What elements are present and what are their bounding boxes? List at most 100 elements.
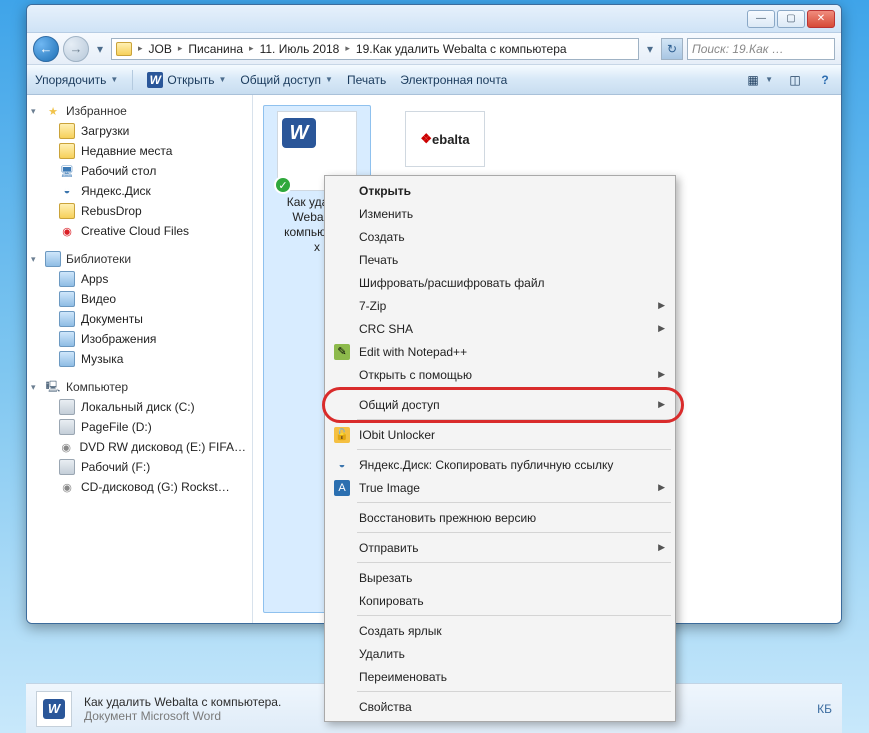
nav-yandex[interactable]: ◒Яндекс.Диск — [27, 181, 252, 201]
submenu-arrow-icon: ▶ — [658, 323, 665, 334]
ctx-create[interactable]: Создать — [327, 225, 673, 248]
nav-apps[interactable]: Apps — [27, 269, 252, 289]
view-button[interactable]: ▦▼ — [745, 72, 773, 88]
drive-icon — [59, 399, 75, 415]
details-thumbnail: W — [36, 691, 72, 727]
ctx-iobit-unlocker[interactable]: 🔓IObit Unlocker — [327, 423, 673, 446]
word-icon: W — [147, 72, 163, 88]
history-dropdown[interactable]: ▾ — [93, 36, 107, 62]
organize-button[interactable]: Упорядочить▼ — [35, 73, 118, 87]
details-size: КБ — [817, 702, 832, 716]
separator — [357, 532, 671, 533]
ctx-rename[interactable]: Переименовать — [327, 665, 673, 688]
ctx-cut[interactable]: Вырезать — [327, 566, 673, 589]
chevron-down-icon: ▼ — [110, 75, 118, 84]
nav-dvd-e[interactable]: ◉DVD RW дисковод (E:) FIFA… — [27, 437, 252, 457]
details-subtitle: Документ Microsoft Word — [84, 709, 281, 723]
chevron-icon: ▸ — [138, 43, 143, 54]
breadcrumb-part[interactable]: JOB — [149, 42, 172, 56]
library-icon — [59, 311, 75, 327]
nav-downloads[interactable]: Загрузки — [27, 121, 252, 141]
print-button[interactable]: Печать — [347, 73, 386, 87]
help-button[interactable]: ? — [817, 72, 833, 88]
nav-cd-g[interactable]: ◉CD-дисковод (G:) Rockst… — [27, 477, 252, 497]
ctx-sendto[interactable]: Отправить▶ — [327, 536, 673, 559]
word-icon: W — [43, 699, 65, 719]
ctx-encrypt[interactable]: Шифровать/расшифровать файл — [327, 271, 673, 294]
refresh-button[interactable]: ↻ — [661, 38, 683, 60]
ctx-delete[interactable]: Удалить — [327, 642, 673, 665]
search-input[interactable]: Поиск: 19.Как … — [687, 38, 835, 60]
ctx-notepad[interactable]: ✎Edit with Notepad++ — [327, 340, 673, 363]
address-dropdown[interactable]: ▾ — [643, 36, 657, 62]
chevron-icon: ▸ — [178, 43, 183, 54]
trueimage-icon: A — [334, 480, 350, 496]
nav-drive-d[interactable]: PageFile (D:) — [27, 417, 252, 437]
separator — [357, 419, 671, 420]
drive-icon — [59, 419, 75, 435]
pane-icon: ◫ — [787, 72, 803, 88]
submenu-arrow-icon: ▶ — [658, 482, 665, 493]
ctx-properties[interactable]: Свойства — [327, 695, 673, 718]
submenu-arrow-icon: ▶ — [658, 369, 665, 380]
separator — [357, 691, 671, 692]
ctx-restore[interactable]: Восстановить прежнюю версию — [327, 506, 673, 529]
nav-rebusdrop[interactable]: RebusDrop — [27, 201, 252, 221]
breadcrumb-part[interactable]: 19.Как удалить Webalta с компьютера — [356, 42, 567, 56]
favorites-header[interactable]: ★Избранное — [27, 101, 252, 121]
nav-pictures[interactable]: Изображения — [27, 329, 252, 349]
email-button[interactable]: Электронная почта — [400, 73, 507, 87]
nav-music[interactable]: Музыка — [27, 349, 252, 369]
separator — [132, 70, 133, 90]
maximize-button[interactable]: ▢ — [777, 10, 805, 28]
details-title: Как удалить Webalta с компьютера. — [84, 695, 281, 709]
computer-header[interactable]: 🖳Компьютер — [27, 377, 252, 397]
computer-icon: 🖳 — [45, 379, 61, 395]
nav-drive-f[interactable]: Рабочий (F:) — [27, 457, 252, 477]
ctx-edit[interactable]: Изменить — [327, 202, 673, 225]
ctx-print[interactable]: Печать — [327, 248, 673, 271]
ctx-yandex-copy-link[interactable]: ◒Яндекс.Диск: Скопировать публичную ссыл… — [327, 453, 673, 476]
dvd-icon: ◉ — [59, 439, 73, 455]
nav-documents[interactable]: Документы — [27, 309, 252, 329]
breadcrumb-part[interactable]: 11. Июль 2018 — [260, 42, 340, 56]
ctx-copy[interactable]: Копировать — [327, 589, 673, 612]
desktop-icon: 🖥 — [59, 163, 75, 179]
chevron-icon: ▸ — [249, 43, 254, 54]
ctx-trueimage[interactable]: ATrue Image▶ — [327, 476, 673, 499]
library-icon — [59, 331, 75, 347]
command-toolbar: Упорядочить▼ W Открыть▼ Общий доступ▼ Пе… — [27, 65, 841, 95]
preview-pane-button[interactable]: ◫ — [787, 72, 803, 88]
ctx-crc[interactable]: CRC SHA▶ — [327, 317, 673, 340]
view-icon: ▦ — [745, 72, 761, 88]
share-button[interactable]: Общий доступ▼ — [240, 73, 333, 87]
nav-desktop[interactable]: 🖥Рабочий стол — [27, 161, 252, 181]
close-button[interactable]: ✕ — [807, 10, 835, 28]
libraries-group: Библиотеки Apps Видео Документы Изображе… — [27, 249, 252, 369]
word-icon: W — [282, 118, 316, 148]
cc-icon: ◉ — [59, 223, 75, 239]
library-icon — [59, 351, 75, 367]
ctx-open[interactable]: Открыть — [327, 179, 673, 202]
ctx-shortcut[interactable]: Создать ярлык — [327, 619, 673, 642]
ctx-7zip[interactable]: 7-Zip▶ — [327, 294, 673, 317]
separator — [357, 615, 671, 616]
ctx-openwith[interactable]: Открыть с помощью▶ — [327, 363, 673, 386]
open-button[interactable]: W Открыть▼ — [147, 72, 226, 88]
breadcrumb-part[interactable]: Писанина — [188, 42, 243, 56]
nav-recent[interactable]: Недавние места — [27, 141, 252, 161]
file-thumbnail: ❖ebalta — [405, 111, 485, 167]
sync-ok-icon: ✓ — [274, 176, 292, 194]
address-bar[interactable]: ▸ JOB ▸ Писанина ▸ 11. Июль 2018 ▸ 19.Ка… — [111, 38, 639, 60]
chevron-down-icon: ▼ — [218, 75, 226, 84]
forward-button[interactable]: → — [63, 36, 89, 62]
minimize-button[interactable]: — — [747, 10, 775, 28]
nav-video[interactable]: Видео — [27, 289, 252, 309]
nav-creative-cloud[interactable]: ◉Creative Cloud Files — [27, 221, 252, 241]
libraries-header[interactable]: Библиотеки — [27, 249, 252, 269]
ctx-share[interactable]: Общий доступ▶ — [327, 393, 673, 416]
nav-drive-c[interactable]: Локальный диск (C:) — [27, 397, 252, 417]
separator — [357, 562, 671, 563]
back-button[interactable]: ← — [33, 36, 59, 62]
chevron-down-icon: ▼ — [765, 75, 773, 84]
